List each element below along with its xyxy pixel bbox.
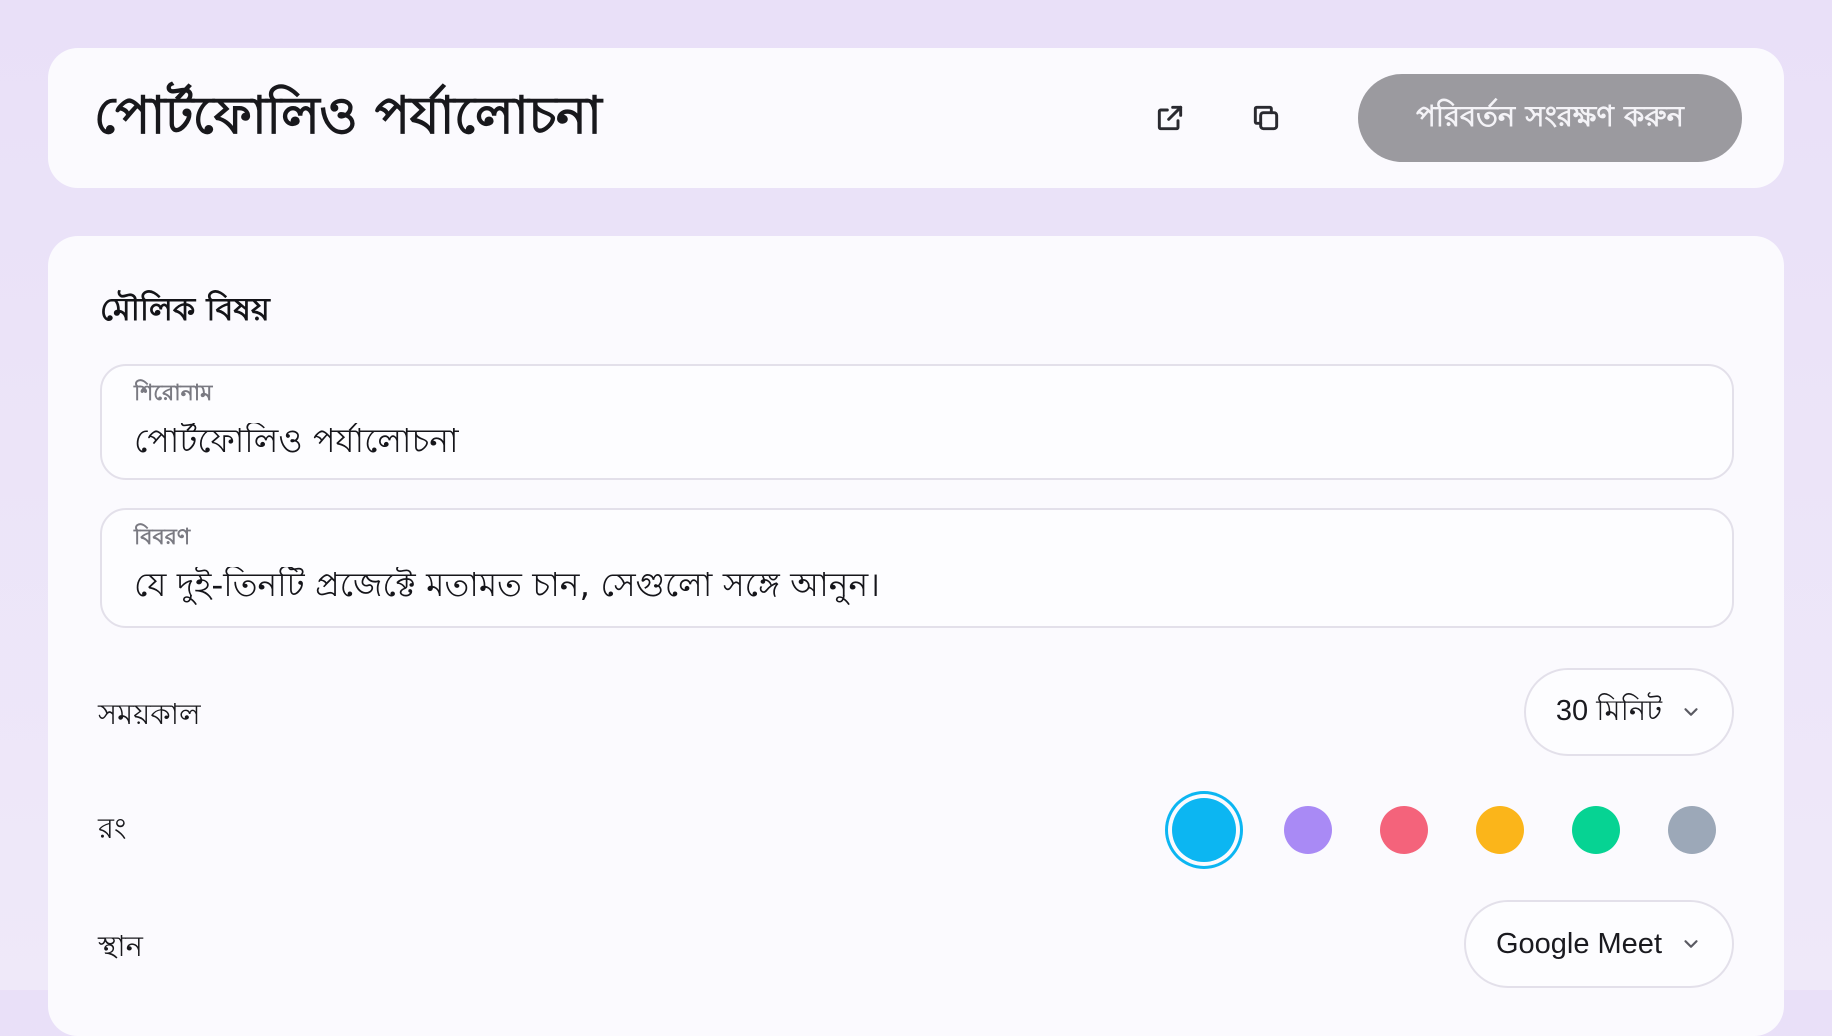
duration-label: সময়কাল: [98, 697, 201, 731]
color-swatch[interactable]: [1380, 806, 1428, 854]
save-changes-button[interactable]: পরিবর্তন সংরক্ষণ করুন: [1358, 74, 1742, 162]
external-link-icon: [1157, 105, 1183, 131]
color-swatch[interactable]: [1284, 806, 1332, 854]
title-label: শিরোনাম: [134, 381, 213, 406]
color-swatch[interactable]: [1572, 806, 1620, 854]
copy-button[interactable]: [1234, 86, 1298, 150]
duration-select[interactable]: 30 মিনিট: [1523, 668, 1734, 756]
section-title: মৌলিক বিষয়: [100, 290, 270, 328]
color-picker: [1172, 798, 1716, 862]
open-external-button[interactable]: [1138, 86, 1202, 150]
color-swatch[interactable]: [1668, 806, 1716, 854]
chevron-down-icon: [1684, 708, 1698, 716]
location-label: স্থান: [98, 929, 143, 963]
duration-value: 30 মিনিট: [1555, 694, 1662, 727]
title-field[interactable]: শিরোনাম: [100, 364, 1734, 480]
chevron-down-icon: [1684, 940, 1698, 948]
copy-icon: [1253, 105, 1279, 131]
basics-card: মৌলিক বিষয় শিরোনাম বিবরণ সময়কাল 30 মিন…: [48, 236, 1784, 1036]
title-input[interactable]: [134, 423, 1700, 462]
location-value: Google Meet: [1495, 927, 1662, 960]
color-label: রং: [98, 811, 127, 845]
header-card: পোর্টফোলিও পর্যালোচনা পরিবর্তন সংরক্ষণ ক…: [48, 48, 1784, 188]
page-title: পোর্টফোলিও পর্যালোচনা: [94, 85, 602, 146]
color-swatch[interactable]: [1172, 798, 1236, 862]
description-field[interactable]: বিবরণ: [100, 508, 1734, 628]
description-label: বিবরণ: [134, 525, 191, 550]
color-swatch[interactable]: [1476, 806, 1524, 854]
location-select[interactable]: Google Meet: [1463, 900, 1734, 988]
description-input[interactable]: [134, 567, 1700, 606]
